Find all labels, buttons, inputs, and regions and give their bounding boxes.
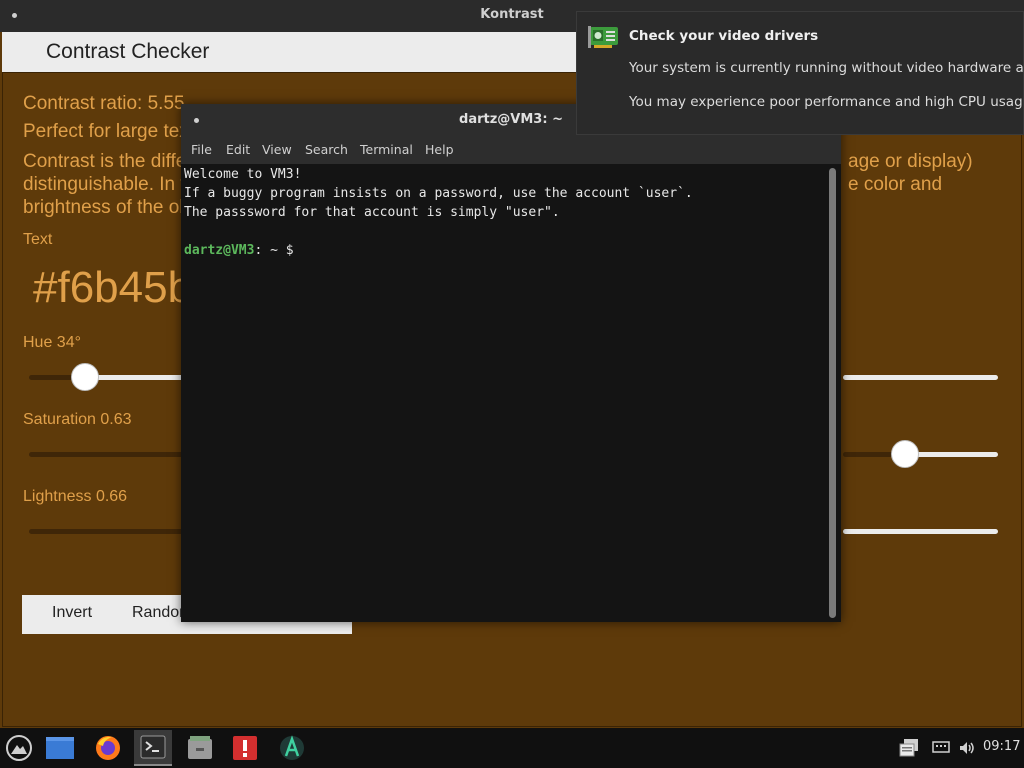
clock[interactable]: 09:17 [983,739,1020,754]
saturation-track-left[interactable] [29,452,184,457]
hue-track-right-visible[interactable] [843,375,998,380]
show-desktop-icon[interactable] [41,730,79,766]
alert-app-icon[interactable] [226,730,264,766]
lightness-label: Lightness 0.66 [23,488,128,505]
terminal-line: If a buggy program insists on a password… [184,186,693,201]
terminal-icon[interactable] [134,730,172,766]
notifications-tray-icon[interactable] [890,730,928,766]
menu-file[interactable]: File [191,142,212,157]
description-line-2-right: e color and [848,174,943,195]
description-line-1-right: age or display) [848,151,973,172]
menu-view[interactable]: View [262,142,292,157]
prompt-path: : ~ $ [254,243,294,258]
file-manager-icon[interactable] [181,730,219,766]
video-driver-notification[interactable]: Check your video drivers Your system is … [576,11,1024,135]
prompt-user-host: dartz@VM3 [184,243,255,258]
volume-tray-icon[interactable] [954,730,980,766]
hue-track-right[interactable] [89,375,184,380]
notification-title: Check your video drivers [629,28,819,44]
menu-help[interactable]: Help [425,142,454,157]
terminal-line: Welcome to VM3! [184,167,302,182]
description-line-2: distinguishable. In v [23,174,190,195]
menu-terminal[interactable]: Terminal [360,142,413,157]
terminal-prompt[interactable]: dartz@VM3: ~ $ [184,243,294,258]
graphics-card-icon [588,26,618,48]
menu-edit[interactable]: Edit [226,142,250,157]
text-color-hex[interactable]: #f6b45b [33,263,192,313]
page-title: Contrast Checker [46,40,210,63]
terminal-output[interactable]: Welcome to VM3! If a buggy program insis… [181,164,827,622]
menu-icon[interactable] [0,730,38,766]
network-tray-icon[interactable] [926,730,956,766]
text-color-label: Text [23,231,53,248]
hue-label: Hue 34° [23,334,81,351]
saturation-track-left-visible[interactable] [843,452,893,457]
notification-body-line-1: Your system is currently running without… [629,60,1024,76]
hue-slider-handle[interactable] [71,363,99,391]
arch-installer-icon[interactable] [273,730,311,766]
firefox-icon[interactable] [89,730,127,766]
terminal-window: dartz@VM3: ~ File Edit View Search Termi… [181,104,841,622]
contrast-ratio-text: Contrast ratio: 5.55 [23,93,185,114]
saturation-slider-handle[interactable] [891,440,919,468]
terminal-menubar: File Edit View Search Terminal Help [181,136,841,164]
terminal-scrollbar[interactable] [829,168,836,618]
lightness-track-left[interactable] [29,529,184,534]
terminal-line: The passsword for that account is simply… [184,205,560,220]
menu-search[interactable]: Search [305,142,348,157]
lightness-track-right[interactable] [843,529,998,534]
taskbar: 09:17 [0,728,1024,768]
notification-body-line-2: You may experience poor performance and … [629,94,1024,110]
invert-button[interactable]: Invert [52,604,92,622]
contrast-verdict-text: Perfect for large tex [23,121,189,142]
description-line-3: brightness of the ob [23,197,190,218]
saturation-label: Saturation 0.63 [23,411,132,428]
description-line-1: Contrast is the diffe [23,151,187,172]
